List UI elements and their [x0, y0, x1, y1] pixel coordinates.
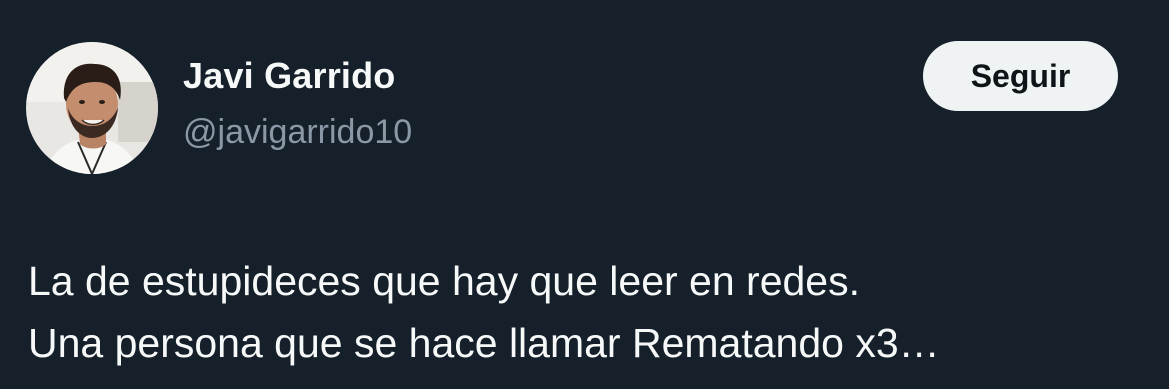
follow-button[interactable]: Seguir	[923, 41, 1118, 111]
tweet-text: La de estupideces que hay que leer en re…	[28, 250, 1158, 374]
avatar[interactable]	[26, 42, 158, 174]
tweet-card: Javi Garrido @javigarrido10 Seguir La de…	[0, 0, 1169, 389]
author-display-name[interactable]: Javi Garrido	[183, 55, 396, 97]
author-handle[interactable]: @javigarrido10	[183, 113, 412, 152]
tweet-text-line: La de estupideces que hay que leer en re…	[28, 258, 860, 304]
profile-photo-icon	[26, 42, 158, 174]
tweet-text-line: Una persona que se hace llamar Rematando…	[28, 320, 940, 366]
